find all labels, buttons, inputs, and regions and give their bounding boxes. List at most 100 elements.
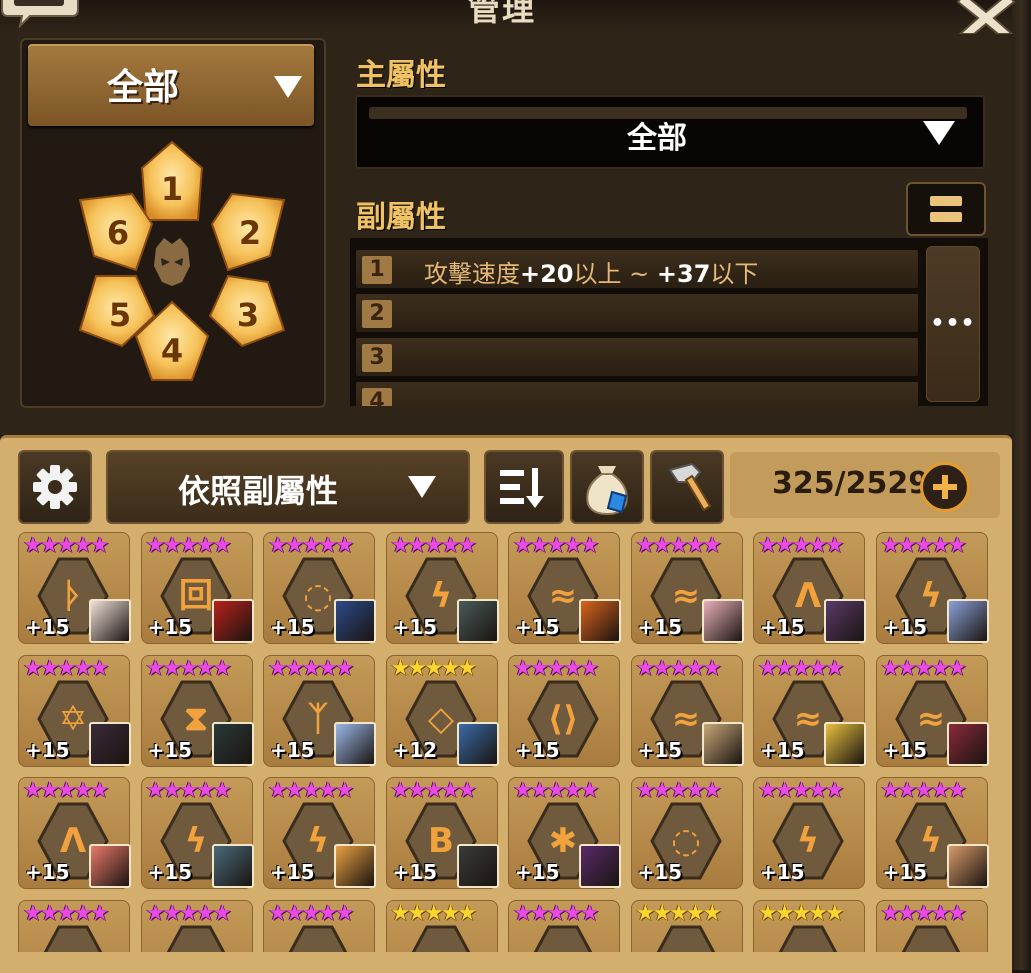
list-view-toggle-button[interactable]: [906, 182, 986, 236]
rune-item[interactable]: ✡ ★★★★★ +15: [18, 654, 131, 767]
monster-portrait: [824, 599, 866, 643]
rune-shape-icon: [288, 925, 348, 952]
slot-4-label: 4: [161, 332, 183, 370]
sort-dropdown[interactable]: 依照副屬性: [106, 450, 470, 524]
rune-shape-icon: [778, 925, 838, 952]
slot-1-button[interactable]: 1: [140, 140, 204, 221]
rune-item[interactable]: ≈ ★★★★★ +15: [630, 654, 744, 767]
rune-item[interactable]: ◇ ★★★★★ +12: [385, 654, 499, 767]
slot-1-label: 1: [161, 170, 183, 208]
rune-capacity: 325/2529: [730, 452, 1000, 518]
rune-item[interactable]: ϟ ★★★★★ +15: [263, 777, 376, 889]
slot-6-button[interactable]: 6: [78, 192, 154, 272]
rune-stars: ★★★★★: [880, 900, 968, 926]
sub-stat-min-suffix: 以上 ~: [573, 260, 657, 288]
more-options-button[interactable]: •••: [926, 246, 980, 402]
add-capacity-button[interactable]: [920, 462, 970, 512]
rune-glyph: B: [428, 821, 454, 861]
rune-item[interactable]: ✱ ★★★★★ +15: [508, 777, 621, 889]
rune-item[interactable]: ★★★★★: [875, 899, 988, 952]
sell-runes-button[interactable]: [570, 450, 644, 524]
rune-glyph: ✱: [549, 821, 578, 861]
close-icon[interactable]: [956, 0, 1016, 34]
slot-3-button[interactable]: 3: [208, 274, 286, 348]
rune-item[interactable]: ᛉ ★★★★★ +15: [263, 654, 376, 767]
sub-stat-number: 4: [362, 388, 392, 406]
rune-item[interactable]: ◌ ★★★★★ +15: [263, 532, 376, 644]
rune-glyph: ≈: [916, 699, 945, 739]
rune-stars: ★★★★★: [635, 778, 723, 803]
rune-item[interactable]: ϟ ★★★★★ +15: [753, 777, 865, 889]
rune-item[interactable]: ◌ ★★★★★ +15: [630, 777, 743, 889]
rune-level: +15: [147, 615, 193, 639]
rune-item[interactable]: Λ ★★★★★ +15: [18, 777, 131, 889]
rune-glyph: 回: [179, 576, 213, 616]
rune-item[interactable]: Λ ★★★★★ +15: [753, 532, 866, 644]
rune-set-dropdown[interactable]: 全部: [28, 44, 314, 126]
rune-item[interactable]: ᚦ ★★★★★ +15: [18, 532, 131, 644]
rune-level: +15: [392, 860, 438, 884]
rune-item[interactable]: ≈ ★★★★★ +15: [630, 532, 744, 644]
rune-item[interactable]: ★★★★★: [508, 899, 620, 952]
monster-portrait: [701, 599, 744, 643]
sub-stat-row[interactable]: 4: [356, 382, 918, 406]
sub-stat-number: 1: [362, 256, 392, 284]
slot-2-button[interactable]: 2: [210, 192, 286, 272]
rune-item[interactable]: ϟ ★★★★★ +15: [385, 532, 499, 644]
main-stat-dropdown[interactable]: 全部: [355, 95, 985, 169]
craft-button[interactable]: [650, 450, 724, 524]
sub-stat-number: 3: [362, 344, 392, 372]
rune-item[interactable]: ϟ ★★★★★ +15: [875, 532, 989, 644]
rune-item[interactable]: 回 ★★★★★ +15: [140, 532, 254, 644]
settings-button[interactable]: [18, 450, 92, 524]
rune-stars: ★★★★★: [145, 778, 233, 803]
rune-glyph: ◇: [427, 699, 454, 739]
rune-item[interactable]: ≈ ★★★★★ +15: [875, 654, 989, 767]
rune-glyph: ≈: [794, 699, 823, 739]
chat-bubble-icon[interactable]: [0, 0, 80, 28]
rune-stars: ★★★★★: [513, 778, 600, 803]
sub-stat-list: 1 攻擊速度+20以上 ~ +37以下 2 3 4 •••: [350, 238, 988, 406]
rune-level: +15: [270, 860, 315, 884]
sub-stat-row[interactable]: 2: [356, 294, 918, 332]
monster-portrait: [334, 599, 376, 643]
rune-stars: ★★★★★: [758, 778, 845, 803]
rune-glyph: ϟ: [307, 821, 329, 861]
rune-stars: ★★★★★: [513, 655, 600, 681]
rune-item[interactable]: ϟ ★★★★★ +15: [140, 777, 254, 889]
rune-item[interactable]: ★★★★★: [263, 899, 375, 952]
rune-item[interactable]: ϟ ★★★★★ +15: [875, 777, 989, 889]
rune-stars: ★★★★★: [635, 655, 723, 681]
rune-glyph: Λ: [795, 576, 822, 616]
rune-item[interactable]: ⧗ ★★★★★ +15: [140, 654, 254, 767]
rune-item[interactable]: B ★★★★★ +15: [385, 777, 499, 889]
rune-glyph: ᚦ: [63, 576, 83, 616]
sub-stat-row[interactable]: 3: [356, 338, 918, 376]
rune-item[interactable]: ★★★★★: [630, 899, 743, 952]
rune-glyph: ⧗: [184, 699, 208, 739]
rune-item[interactable]: ≈ ★★★★★ +15: [508, 532, 621, 644]
sort-order-button[interactable]: [484, 450, 564, 524]
rune-item[interactable]: ⟨⟩ ★★★★★ +15: [508, 654, 620, 767]
rune-level: +15: [25, 860, 70, 884]
rune-level: +15: [147, 737, 193, 762]
monster-portrait: [456, 721, 499, 766]
rune-item[interactable]: ★★★★★: [18, 899, 130, 952]
sub-stat-row[interactable]: 1 攻擊速度+20以上 ~ +37以下: [356, 250, 918, 288]
monster-portrait: [89, 599, 131, 643]
rune-item[interactable]: ★★★★★: [140, 899, 253, 952]
rune-item[interactable]: ★★★★★: [753, 899, 865, 952]
rune-glyph: ≈: [671, 576, 700, 616]
rune-level: +15: [270, 615, 315, 639]
rune-stars: ★★★★★: [880, 655, 968, 681]
rune-level: +15: [760, 615, 805, 639]
rune-item[interactable]: ★★★★★: [385, 899, 498, 952]
rune-level: +15: [882, 737, 928, 762]
monster-portrait: [211, 599, 254, 643]
rune-glyph: ᛉ: [308, 699, 329, 739]
rune-shape-icon: [533, 925, 593, 952]
rune-item[interactable]: ≈ ★★★★★ +15: [753, 654, 866, 767]
rune-stars: ★★★★★: [268, 533, 355, 558]
rune-level: +15: [392, 615, 438, 639]
rune-level: +15: [147, 860, 193, 884]
